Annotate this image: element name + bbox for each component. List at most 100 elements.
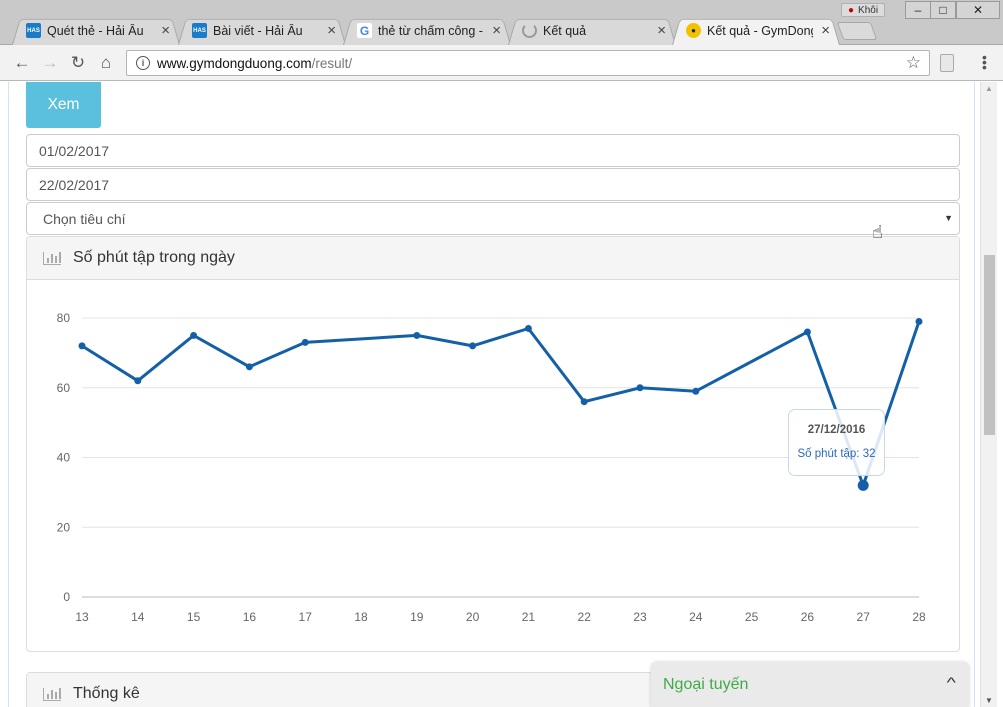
caret-down-icon: ▼ [944,213,953,223]
tab-bai-viet[interactable]: HAS Bài viết - Hải Âu × [178,16,346,45]
close-icon[interactable]: × [327,22,336,39]
y-tick-label: 60 [57,381,71,395]
address-bar[interactable]: i www.gymdongduong.com/result/ ☆ [126,50,930,76]
bookmark-star-icon[interactable]: ☆ [906,53,921,73]
data-point [134,377,142,385]
view-button[interactable]: Xem [26,82,101,128]
x-tick-label: 15 [187,610,201,624]
x-tick-label: 24 [689,610,703,624]
maximize-button[interactable]: □ [930,1,956,19]
minimize-button[interactable]: – [905,1,931,19]
tab-ket-qua-gym[interactable]: ● Kết quả - GymDong × [672,16,840,45]
tooltip-date: 27/12/2016 [807,424,866,436]
data-point [915,317,923,325]
url-host: www.gymdongduong.com [157,55,312,71]
x-tick-label: 26 [801,610,815,624]
x-tick-label: 27 [857,610,871,624]
scroll-down-arrow-icon[interactable]: ▼ [985,696,993,705]
x-tick-label: 17 [299,610,313,624]
data-point [190,331,198,339]
chat-widget[interactable]: Ngoại tuyến ^ [651,662,969,707]
x-tick-label: 25 [745,610,759,624]
back-icon[interactable]: ← [11,52,33,74]
close-icon[interactable]: × [161,22,170,39]
reload-icon[interactable]: ↻ [67,52,89,74]
criteria-select-label: Chọn tiêu chí [43,210,126,227]
x-tick-label: 19 [410,610,424,624]
start-date-field[interactable]: 01/02/2017 [26,134,960,167]
chat-status: Ngoại tuyến [663,675,749,693]
data-point [469,342,477,350]
x-tick-label: 14 [131,610,145,624]
x-tick-label: 28 [912,610,926,624]
stats-panel-title: Thống kê [73,685,140,702]
scroll-thumb[interactable] [984,255,995,435]
x-tick-label: 18 [354,610,368,624]
data-point [524,324,532,332]
data-point [692,387,700,395]
data-point [803,328,811,336]
data-point [78,342,86,350]
x-tick-label: 22 [578,610,592,624]
tab-google-search[interactable]: G thẻ từ chấm công - × [343,16,511,45]
y-tick-label: 80 [57,311,71,325]
loading-icon [522,23,537,38]
close-icon[interactable]: × [657,22,666,39]
x-tick-label: 23 [633,610,647,624]
chart-tooltip: 27/12/2016 Số phút tập: 32 [788,409,885,476]
y-tick-label: 0 [63,590,70,604]
hand-cursor-icon: ☝ [872,222,883,242]
user-icon: ● [848,4,855,16]
profile-name: Khôi [858,4,879,16]
has-icon: HAS [26,23,41,38]
info-icon[interactable]: i [136,56,150,70]
data-point [636,384,644,392]
tab-quet-the[interactable]: HAS Quét thẻ - Hải Âu × [12,16,180,45]
extension-icon[interactable] [940,54,954,72]
chart-panel-title: Số phút tập trong ngày [73,249,235,266]
tab-title: Kết quả [543,23,587,38]
x-tick-label: 20 [466,610,480,624]
data-point [580,398,588,406]
highlighted-data-point [857,479,869,491]
y-tick-label: 40 [57,451,71,465]
tab-ket-qua-loading[interactable]: Kết quả × [508,16,676,45]
close-icon[interactable]: × [492,22,501,39]
chart-panel-heading: Số phút tập trong ngày [27,237,959,280]
browser-titlebar: HAS Quét thẻ - Hải Âu × HAS Bài viết - H… [0,0,1003,45]
tab-title: thẻ từ chấm công - [378,23,483,38]
x-tick-label: 13 [75,610,89,624]
bar-chart-icon [43,251,61,265]
close-icon[interactable]: × [821,22,830,39]
scroll-up-arrow-icon[interactable]: ▲ [985,84,993,93]
end-date-field[interactable]: 22/02/2017 [26,168,960,201]
vertical-scrollbar[interactable]: ▲ ▼ [980,82,997,707]
chevron-up-icon[interactable]: ^ [947,674,956,690]
criteria-select[interactable]: Chọn tiêu chí ▼ [26,202,960,235]
home-icon[interactable]: ⌂ [95,52,117,74]
profile-button[interactable]: ● Khôi [841,3,886,17]
tab-title: Bài viết - Hải Âu [213,23,303,38]
url-path: /result/ [311,55,353,71]
page-border-left [8,82,9,707]
y-tick-label: 20 [57,520,71,534]
page-border-right [974,82,975,707]
x-tick-label: 16 [243,610,257,624]
x-tick-label: 21 [522,610,536,624]
data-point [301,338,309,346]
tab-title: Quét thẻ - Hải Âu [47,23,144,38]
gym-icon: ● [686,23,701,38]
menu-icon[interactable]: • • • [982,50,987,74]
data-point [245,363,253,371]
bar-chart-icon [43,687,61,701]
new-tab-button[interactable] [836,22,878,40]
tooltip-value: Số phút tập: 32 [797,448,876,460]
data-point [413,331,421,339]
has-icon: HAS [192,23,207,38]
browser-toolbar: ← → ↻ ⌂ i www.gymdongduong.com/result/ ☆… [0,45,1003,81]
forward-icon[interactable]: → [39,52,61,74]
tab-title: Kết quả - GymDong [707,23,814,38]
google-icon: G [357,23,372,38]
window-close-button[interactable]: ✕ [956,1,1000,19]
page-viewport: Xem 01/02/2017 22/02/2017 Chọn tiêu chí … [0,82,1003,707]
